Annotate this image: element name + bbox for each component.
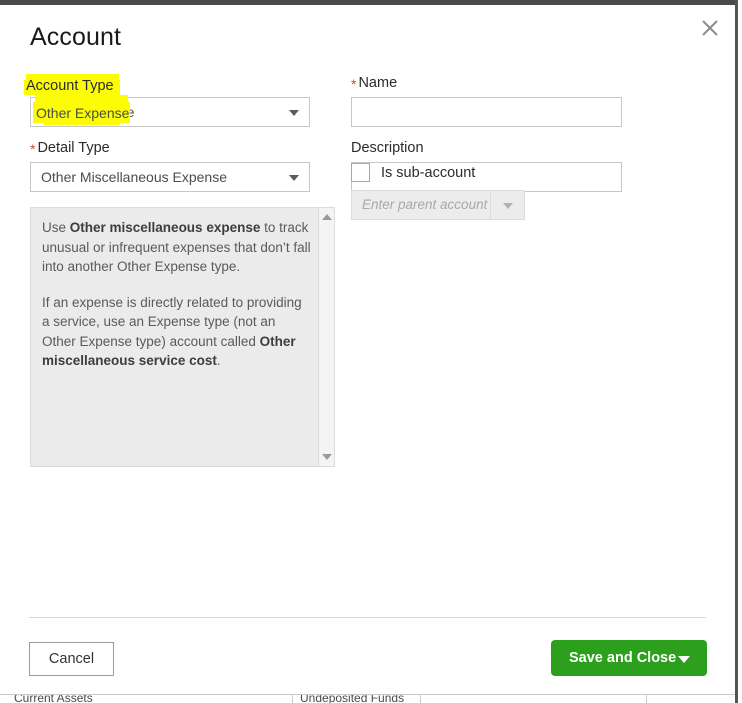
parent-account-placeholder: Enter parent account <box>352 191 490 219</box>
info-panel-text: Use Other miscellaneous expense to track… <box>42 218 312 387</box>
description-label: Description <box>351 139 424 157</box>
is-sub-account-label: Is sub-account <box>381 165 475 181</box>
save-and-close-button[interactable]: Save and Close <box>551 640 707 676</box>
detail-type-value: Other Miscellaneous Expense <box>41 163 227 191</box>
background-page-row: Current Assets Undeposited Funds <box>0 694 735 703</box>
dialog-title: Account <box>30 23 121 52</box>
chevron-down-icon <box>289 110 299 116</box>
chevron-down-icon[interactable] <box>678 656 690 663</box>
is-sub-account-row[interactable]: Is sub-account <box>351 163 525 182</box>
detail-type-info-panel: Use Other miscellaneous expense to track… <box>30 207 335 467</box>
background-row-text-left: Current Assets <box>14 694 93 703</box>
detail-type-required-marker: * <box>30 141 35 157</box>
background-row-separator <box>292 695 293 703</box>
detail-type-select[interactable]: Other Miscellaneous Expense <box>30 162 310 192</box>
close-icon[interactable] <box>693 11 727 45</box>
save-and-close-label: Save and Close <box>569 640 676 676</box>
account-type-value-overlay: Other Expense <box>36 103 129 123</box>
is-sub-account-checkbox[interactable] <box>351 163 370 182</box>
info-p2-post: . <box>217 353 221 368</box>
info-p1-pre: Use <box>42 220 70 235</box>
background-row-separator <box>646 695 647 703</box>
sub-account-section: Is sub-account Enter parent account <box>351 163 525 220</box>
scroll-down-arrow-icon[interactable] <box>322 454 332 460</box>
background-row-text-right: Undeposited Funds <box>300 694 404 703</box>
cancel-button[interactable]: Cancel <box>29 642 114 676</box>
footer-divider <box>29 617 706 618</box>
scroll-up-arrow-icon[interactable] <box>322 214 332 220</box>
name-required-marker: * <box>351 76 356 92</box>
name-input[interactable] <box>351 97 622 127</box>
chevron-down-icon <box>289 175 299 181</box>
detail-type-label: Detail Type <box>37 139 109 157</box>
window-chrome-right-padding <box>738 0 742 703</box>
info-paragraph-1: Use Other miscellaneous expense to track… <box>42 218 312 277</box>
parent-account-select[interactable]: Enter parent account <box>351 190 525 220</box>
name-label: Name <box>358 74 397 92</box>
background-row-separator <box>420 695 421 703</box>
info-panel-scrollbar[interactable] <box>318 208 334 466</box>
account-type-label-overlay: Account Type <box>26 77 114 95</box>
screen: Account Account Type Other Expense *Deta… <box>0 0 742 703</box>
info-p1-bold: Other miscellaneous expense <box>70 220 261 235</box>
account-dialog: Account Account Type Other Expense *Deta… <box>0 5 735 688</box>
parent-account-dropdown-button[interactable] <box>490 191 524 219</box>
chevron-down-icon <box>503 203 513 209</box>
info-paragraph-2: If an expense is directly related to pro… <box>42 293 312 371</box>
